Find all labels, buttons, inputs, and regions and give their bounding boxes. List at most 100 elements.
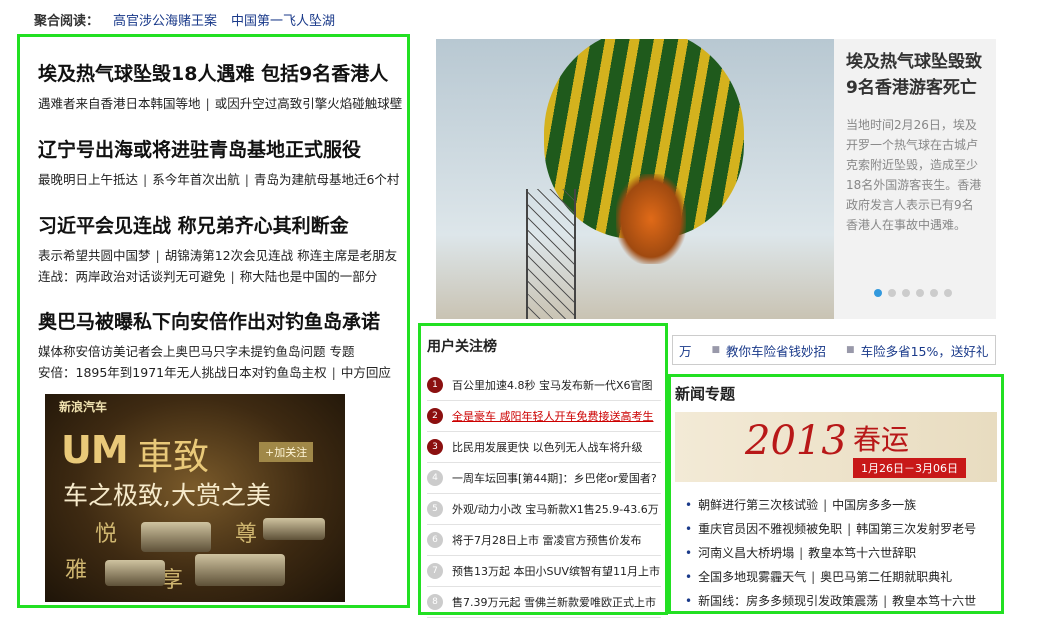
- news-subline: 媒体称安倍访美记者会上奥巴马只字未提钓鱼岛问题 专题: [38, 341, 408, 362]
- topbar-link[interactable]: 中国第一飞人坠湖: [231, 10, 335, 29]
- news-sublink[interactable]: 安倍：1895年到1971年无人挑战日本对钓鱼岛主权: [38, 365, 327, 380]
- spring-festival-banner[interactable]: 2013 春运 1月26日－3月06日: [675, 412, 997, 482]
- aggregate-reading-bar: 聚合阅读： 高官涉公海赌王案 中国第一飞人坠湖: [34, 10, 335, 29]
- hero-description: 当地时间2月26日，埃及开罗一个热气球在古城卢克索附近坠毁，造成至少18名外国游…: [846, 118, 982, 232]
- news-sublink[interactable]: 表示希望共圆中国梦: [38, 248, 151, 263]
- ranking-item-text: 一周车坛回事[第44期]：乡巴佬or爱国者?: [452, 472, 657, 485]
- car-image: [141, 522, 211, 552]
- bullet-icon: •: [685, 570, 693, 584]
- promo-link[interactable]: 车险多省15%，送好礼: [861, 341, 989, 360]
- news-headline[interactable]: 奥巴马被曝私下向安倍作出对钓鱼岛承诺: [38, 311, 380, 333]
- topic-link[interactable]: 朝鲜进行第三次核试验: [698, 498, 818, 512]
- slide-dot[interactable]: [930, 289, 938, 297]
- topic-link[interactable]: 教皇本笃十六世: [892, 594, 976, 608]
- ranking-item[interactable]: 2 全是豪车 咸阳年轻人开车免费接送高考生: [427, 401, 661, 432]
- news-sublink[interactable]: 青岛为建航母基地迁6个村: [254, 172, 399, 187]
- topic-link[interactable]: 奥巴马第二任期就职典礼: [820, 570, 952, 584]
- slide-dot[interactable]: [916, 289, 924, 297]
- ranking-item-text: 售7.39万元起 雪佛兰新款爱唯欧正式上市: [452, 596, 656, 609]
- hero-slide-image[interactable]: [436, 39, 834, 319]
- slide-dot[interactable]: [902, 289, 910, 297]
- rank-number: 2: [427, 408, 443, 424]
- ranking-item-text: 比民用发展更快 以色列无人战车将升级: [452, 441, 643, 454]
- advert-brand-name: 車致: [137, 437, 210, 478]
- promo-link[interactable]: 教你车险省钱妙招: [726, 341, 826, 360]
- hero-title[interactable]: 埃及热气球坠毁致9名香港游客死亡: [846, 52, 982, 98]
- ranking-item[interactable]: 3 比民用发展更快 以色列无人战车将升级: [427, 432, 661, 463]
- ranking-item[interactable]: 4 一周车坛回事[第44期]：乡巴佬or爱国者?: [427, 463, 661, 494]
- ranking-item[interactable]: 6 将于7月28日上市 雷凌官方预售价发布: [427, 525, 661, 556]
- car-advert-banner[interactable]: 新浪汽车 UM 車致 +加关注 车之极致,大赏之美 悦 尊 雅 享: [45, 394, 345, 602]
- slide-dot[interactable]: [888, 289, 896, 297]
- rank-number: 1: [427, 377, 443, 393]
- news-headline[interactable]: 埃及热气球坠毁18人遇难 包括9名香港人: [38, 63, 388, 85]
- topic-item: • 朝鲜进行第三次核试验 | 中国房多多一族: [685, 498, 917, 512]
- news-sublink[interactable]: 遇难者来自香港日本韩国等地: [38, 96, 201, 111]
- news-sublink[interactable]: 连战：两岸政治对话谈判无可避免: [38, 269, 226, 284]
- topics-title: 新闻专题: [675, 385, 736, 403]
- bullet-icon: ■: [711, 345, 721, 355]
- ranking-item-text: 预售13万起 本田小SUV缤智有望11月上市: [452, 565, 661, 578]
- topbar-link[interactable]: 高官涉公海赌王案: [113, 10, 217, 29]
- plane-image: [263, 518, 325, 540]
- topic-link[interactable]: 全国多地现雾霾天气: [698, 570, 806, 584]
- promo-links-bar: 万 ■ 教你车险省钱妙招 ■ 车险多省15%，送好礼: [672, 335, 996, 365]
- user-attention-ranking: 用户关注榜 1 百公里加速4.8秒 宝马发布新一代X6官图 2 全是豪车 咸阳年轻人…: [418, 323, 668, 618]
- topic-item: • 河南义昌大桥坍塌 | 教皇本笃十六世辞职: [685, 546, 917, 560]
- news-sublink[interactable]: 系今年首次出航: [152, 172, 240, 187]
- promo-link[interactable]: 万: [679, 341, 692, 360]
- ranking-item-text: 外观/动力小改 宝马新款X1售25.9-43.6万: [452, 503, 659, 516]
- news-sublink[interactable]: 最晚明日上午抵达: [38, 172, 138, 187]
- ranking-item-text: 将于7月28日上市 雷凌官方预售价发布: [452, 534, 642, 547]
- news-subline: 连战：两岸政治对话谈判无可避免 | 称大陆也是中国的一部分: [38, 269, 378, 284]
- ranking-item-text: 百公里加速4.8秒 宝马发布新一代X6官图: [452, 379, 653, 392]
- bullet-icon: ■: [846, 345, 855, 355]
- topic-link[interactable]: 教皇本笃十六世辞职: [808, 546, 916, 560]
- news-headline[interactable]: 习近平会见连战 称兄弟齐心其利断金: [38, 215, 349, 237]
- news-subline: 安倍：1895年到1971年无人挑战日本对钓鱼岛主权 | 中方回应: [38, 365, 391, 380]
- car-image: [105, 560, 165, 586]
- rank-number: 3: [427, 439, 443, 455]
- rank-number: 5: [427, 501, 443, 517]
- ranking-item[interactable]: 5 外观/动力小改 宝马新款X1售25.9-43.6万: [427, 494, 661, 525]
- topic-link[interactable]: 重庆官员因不雅视频被免职: [698, 522, 842, 536]
- ranking-item[interactable]: 8 售7.39万元起 雪佛兰新款爱唯欧正式上市: [427, 587, 661, 618]
- slide-dot[interactable]: [944, 289, 952, 297]
- news-headline[interactable]: 辽宁号出海或将进驻青岛基地正式服役: [38, 139, 361, 161]
- news-subline: 表示希望共圆中国梦 | 胡锦涛第12次会见连战 称连主席是老朋友: [38, 248, 398, 263]
- banner-title: 春运: [853, 423, 910, 456]
- ranking-title: 用户关注榜: [427, 339, 497, 355]
- news-sublink[interactable]: 胡锦涛第12次会见连战 称连主席是老朋友: [165, 248, 397, 263]
- sina-auto-logo: 新浪汽车: [59, 400, 108, 414]
- topic-item: • 重庆官员因不雅视频被免职 | 韩国第三次发射罗老号: [685, 522, 977, 536]
- ranking-list: 1 百公里加速4.8秒 宝马发布新一代X6官图 2 全是豪车 咸阳年轻人开车免费接送…: [427, 370, 661, 618]
- headline-news-panel: 埃及热气球坠毁18人遇难 包括9名香港人 遇难者来自香港日本韩国等地 | 或因升空过…: [17, 34, 410, 608]
- fire-image: [616, 174, 686, 264]
- advert-glyph: 雅: [65, 558, 88, 583]
- rank-number: 7: [427, 563, 443, 579]
- news-block: 习近平会见连战 称兄弟齐心其利断金 表示希望共圆中国梦 | 胡锦涛第12次会见连战 …: [38, 213, 408, 287]
- news-subline: 最晚明日上午抵达 | 系今年首次出航 | 青岛为建航母基地迁6个村: [38, 172, 400, 187]
- aggregate-reading-label: 聚合阅读：: [34, 14, 100, 29]
- topic-link[interactable]: 河南义昌大桥坍塌: [698, 546, 794, 560]
- topic-item: • 新国线：房多多频现引发政策震荡 | 教皇本笃十六世: [685, 594, 977, 608]
- ranking-item[interactable]: 1 百公里加速4.8秒 宝马发布新一代X6官图: [427, 370, 661, 401]
- news-sublink[interactable]: 中方回应: [341, 365, 391, 380]
- news-block: 埃及热气球坠毁18人遇难 包括9名香港人 遇难者来自香港日本韩国等地 | 或因升空过…: [38, 61, 408, 114]
- banner-dates: 1月26日－3月06日: [853, 458, 966, 478]
- topic-link[interactable]: 中国房多多一族: [832, 498, 916, 512]
- news-sublink[interactable]: 称大陆也是中国的一部分: [240, 269, 378, 284]
- power-tower-image: [526, 189, 576, 319]
- topic-link[interactable]: 新国线：房多多频现引发政策震荡: [698, 594, 878, 608]
- topics-list: • 朝鲜进行第三次核试验 | 中国房多多一族 • 重庆官员因不雅视频被免职 | 韩国第三次发…: [685, 493, 1001, 613]
- slide-pagination: [874, 289, 952, 297]
- slide-dot[interactable]: [874, 289, 882, 297]
- topic-link[interactable]: 韩国第三次发射罗老号: [856, 522, 976, 536]
- topic-item: • 全国多地现雾霾天气 | 奥巴马第二任期就职典礼: [685, 570, 953, 584]
- news-sublink[interactable]: 或因升空过高致引擎火焰碰触球壁: [215, 96, 403, 111]
- ranking-item[interactable]: 7 预售13万起 本田小SUV缤智有望11月上市: [427, 556, 661, 587]
- follow-button[interactable]: +加关注: [259, 442, 314, 462]
- news-topics-panel: 新闻专题 2013 春运 1月26日－3月06日 • 朝鲜进行第三次核试验 | 中国房…: [668, 374, 1004, 614]
- news-subline: 遇难者来自香港日本韩国等地 | 或因升空过高致引擎火焰碰触球壁: [38, 96, 403, 111]
- news-sublink[interactable]: 媒体称安倍访美记者会上奥巴马只字未提钓鱼岛问题 专题: [38, 344, 354, 359]
